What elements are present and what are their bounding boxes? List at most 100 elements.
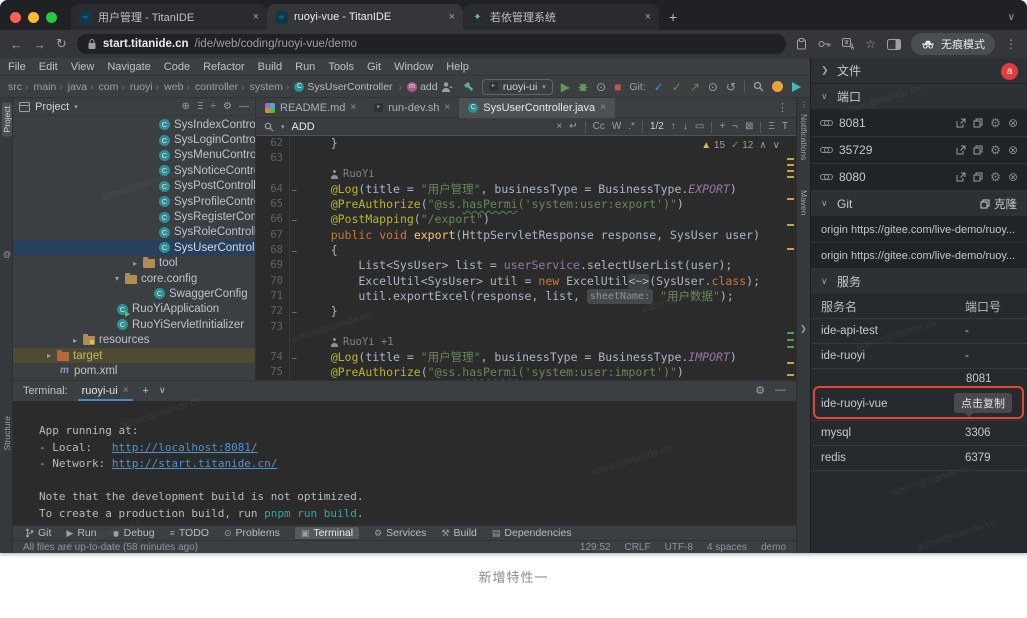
toolwindow-dependencies[interactable]: ▤Dependencies bbox=[492, 527, 572, 539]
table-row[interactable]: ide-ruoyi - bbox=[811, 344, 1027, 369]
tree-item-class[interactable]: SysPostController bbox=[13, 179, 255, 194]
add-occurrence-icon[interactable]: + bbox=[719, 121, 725, 132]
port-settings-icon[interactable]: ⚙ bbox=[990, 170, 1001, 184]
file-encoding[interactable]: UTF-8 bbox=[665, 542, 693, 553]
match-case-toggle[interactable]: Cc bbox=[593, 121, 605, 132]
clone-button[interactable]: 克隆 bbox=[980, 196, 1017, 212]
breadcrumb-item[interactable]: java bbox=[68, 81, 97, 93]
toolwindow-terminal[interactable]: ▣Terminal bbox=[295, 527, 359, 539]
browser-tab-ruoyi-admin[interactable]: ✦ 若依管理系统 × bbox=[463, 4, 659, 30]
open-external-icon[interactable] bbox=[956, 145, 966, 155]
toolwindow-todo[interactable]: ≡TODO bbox=[170, 527, 209, 539]
kebab-icon[interactable]: ⋮ bbox=[800, 100, 808, 109]
run-button[interactable]: ▶ bbox=[561, 80, 570, 94]
tree-item-class[interactable]: SysMenuController bbox=[13, 148, 255, 163]
code-editor[interactable]: ▲ 15 ✓ 12 ∧ ∨ bbox=[256, 136, 796, 380]
toolwindow-notifications-button[interactable]: Notifications bbox=[799, 114, 809, 160]
port-row[interactable]: 8081 ⚙ ⊗ bbox=[811, 110, 1027, 137]
panel-settings-icon[interactable]: ⚙ bbox=[223, 101, 232, 112]
menu-navigate[interactable]: Navigate bbox=[107, 61, 150, 73]
tree-item-folder-excluded[interactable]: ▸target bbox=[13, 348, 255, 363]
copy-icon[interactable] bbox=[973, 172, 983, 182]
git-commit-icon[interactable]: ✓ bbox=[672, 80, 682, 94]
toolwindow-project-button[interactable]: Project bbox=[2, 102, 12, 136]
breadcrumb-item[interactable]: web bbox=[164, 81, 193, 93]
close-search-icon[interactable]: × bbox=[556, 121, 562, 132]
menu-build[interactable]: Build bbox=[258, 61, 282, 73]
terminal-tab[interactable]: ruoyi-ui× bbox=[78, 381, 133, 401]
browser-tab-ruoyi-vue[interactable]: ‹› ruoyi-vue - TitanIDE × bbox=[267, 4, 463, 30]
tree-item-folder[interactable]: ▸resources bbox=[13, 332, 255, 347]
terminal-output[interactable]: App running at:- Local: http://localhost… bbox=[13, 401, 796, 525]
tab-close-icon[interactable]: × bbox=[645, 11, 651, 23]
bookmark-star-icon[interactable]: ☆ bbox=[865, 37, 876, 51]
close-port-icon[interactable]: ⊗ bbox=[1008, 170, 1018, 184]
breadcrumb-item[interactable]: controller bbox=[195, 81, 248, 93]
tree-item-class[interactable]: SysIndexController bbox=[13, 117, 255, 132]
url-input[interactable]: start.titanide.cn/ide/web/coding/ruoyi-v… bbox=[77, 34, 786, 54]
terminal-settings-icon[interactable]: ⚙ bbox=[755, 384, 765, 397]
stop-button[interactable]: ■ bbox=[614, 80, 621, 94]
coverage-icon[interactable]: ⊙ bbox=[596, 80, 606, 94]
collapse-all-icon[interactable]: ÷ bbox=[211, 101, 217, 112]
browser-menu-icon[interactable]: ⋮ bbox=[1005, 37, 1017, 51]
user-icon[interactable] bbox=[441, 81, 454, 93]
copy-icon[interactable] bbox=[973, 118, 983, 128]
tree-item-folder[interactable]: ▸tool bbox=[13, 256, 255, 271]
hide-panel-icon[interactable]: — bbox=[239, 101, 249, 112]
maximize-window-button[interactable] bbox=[46, 12, 57, 23]
expand-all-icon[interactable]: Ξ bbox=[197, 101, 204, 112]
prev-problem-icon[interactable]: ∧ bbox=[759, 138, 766, 153]
expand-panel-icon[interactable]: ❯ bbox=[800, 324, 807, 333]
preserve-case-icon[interactable]: T bbox=[782, 121, 788, 132]
debug-icon[interactable] bbox=[578, 81, 588, 92]
at-icon[interactable]: @ bbox=[3, 250, 11, 259]
git-push-icon[interactable]: ↗ bbox=[690, 80, 700, 94]
author-annotation[interactable]: RuoYi +1 bbox=[343, 335, 394, 350]
newline-icon[interactable]: ↵ bbox=[569, 121, 577, 132]
copy-icon[interactable] bbox=[973, 145, 983, 155]
fold-marker-icon[interactable] bbox=[290, 304, 303, 319]
minimize-panel-icon[interactable]: — bbox=[775, 384, 786, 397]
new-terminal-icon[interactable]: + bbox=[143, 385, 149, 397]
prev-match-icon[interactable]: ↑ bbox=[671, 121, 676, 132]
close-icon[interactable]: × bbox=[444, 102, 450, 113]
tab-close-icon[interactable]: × bbox=[449, 11, 455, 23]
tree-item-class-selected[interactable]: SysUserController bbox=[13, 240, 255, 255]
new-tab-button[interactable]: + bbox=[669, 9, 677, 25]
breadcrumb-item[interactable]: ruoyi bbox=[130, 81, 162, 93]
translate-icon[interactable] bbox=[842, 38, 854, 50]
port-settings-icon[interactable]: ⚙ bbox=[990, 116, 1001, 130]
tab-list-chevron-icon[interactable]: ∨ bbox=[1008, 12, 1015, 23]
run-configuration-select[interactable]: ruoyi-ui ▾ bbox=[482, 79, 553, 95]
tree-item-class[interactable]: RuoYiServletInitializer bbox=[13, 317, 255, 332]
rollback-icon[interactable]: ↺ bbox=[726, 80, 736, 94]
reload-icon[interactable]: ↻ bbox=[56, 36, 67, 52]
tree-item-class[interactable]: RuoYiApplication bbox=[13, 302, 255, 317]
port-row[interactable]: 35729 ⚙ ⊗ bbox=[811, 137, 1027, 164]
editor-tab-sysusercontroller[interactable]: SysUserController.java× bbox=[459, 98, 615, 118]
locate-file-icon[interactable]: ⊕ bbox=[182, 101, 190, 112]
section-ports[interactable]: ∨ 端口 bbox=[811, 84, 1027, 110]
table-row-highlighted[interactable]: 8081 ide-ruoyi-vue 点击复制 bbox=[811, 369, 1027, 421]
clipboard-icon[interactable] bbox=[796, 38, 807, 50]
close-icon[interactable]: × bbox=[123, 385, 129, 396]
notification-dot-icon[interactable] bbox=[772, 81, 783, 92]
titanide-run-icon[interactable] bbox=[791, 81, 802, 93]
browser-tab-user-mgmt[interactable]: ‹› 用户管理 - TitanIDE × bbox=[71, 4, 267, 30]
toolwindow-build[interactable]: ⚒Build bbox=[441, 527, 476, 539]
fold-marker-icon[interactable] bbox=[290, 350, 303, 365]
menu-file[interactable]: File bbox=[8, 61, 26, 73]
hammer-icon[interactable] bbox=[462, 81, 474, 93]
toolwindow-structure-button[interactable]: Structure bbox=[2, 416, 12, 451]
tree-item-class[interactable]: SysProfileController bbox=[13, 194, 255, 209]
inspection-widget[interactable]: ▲ 15 ✓ 12 ∧ ∨ bbox=[701, 138, 780, 153]
fold-marker-icon[interactable] bbox=[290, 243, 303, 258]
toolwindow-services[interactable]: ⚙Services bbox=[374, 527, 426, 539]
menu-code[interactable]: Code bbox=[164, 61, 190, 73]
menu-refactor[interactable]: Refactor bbox=[203, 61, 245, 73]
editor-tab-rundev[interactable]: run-dev.sh× bbox=[365, 98, 459, 118]
breadcrumb-item[interactable]: src bbox=[8, 81, 32, 93]
fold-marker-icon[interactable] bbox=[290, 212, 303, 227]
toolwindow-problems[interactable]: ⊙Problems bbox=[224, 527, 280, 539]
